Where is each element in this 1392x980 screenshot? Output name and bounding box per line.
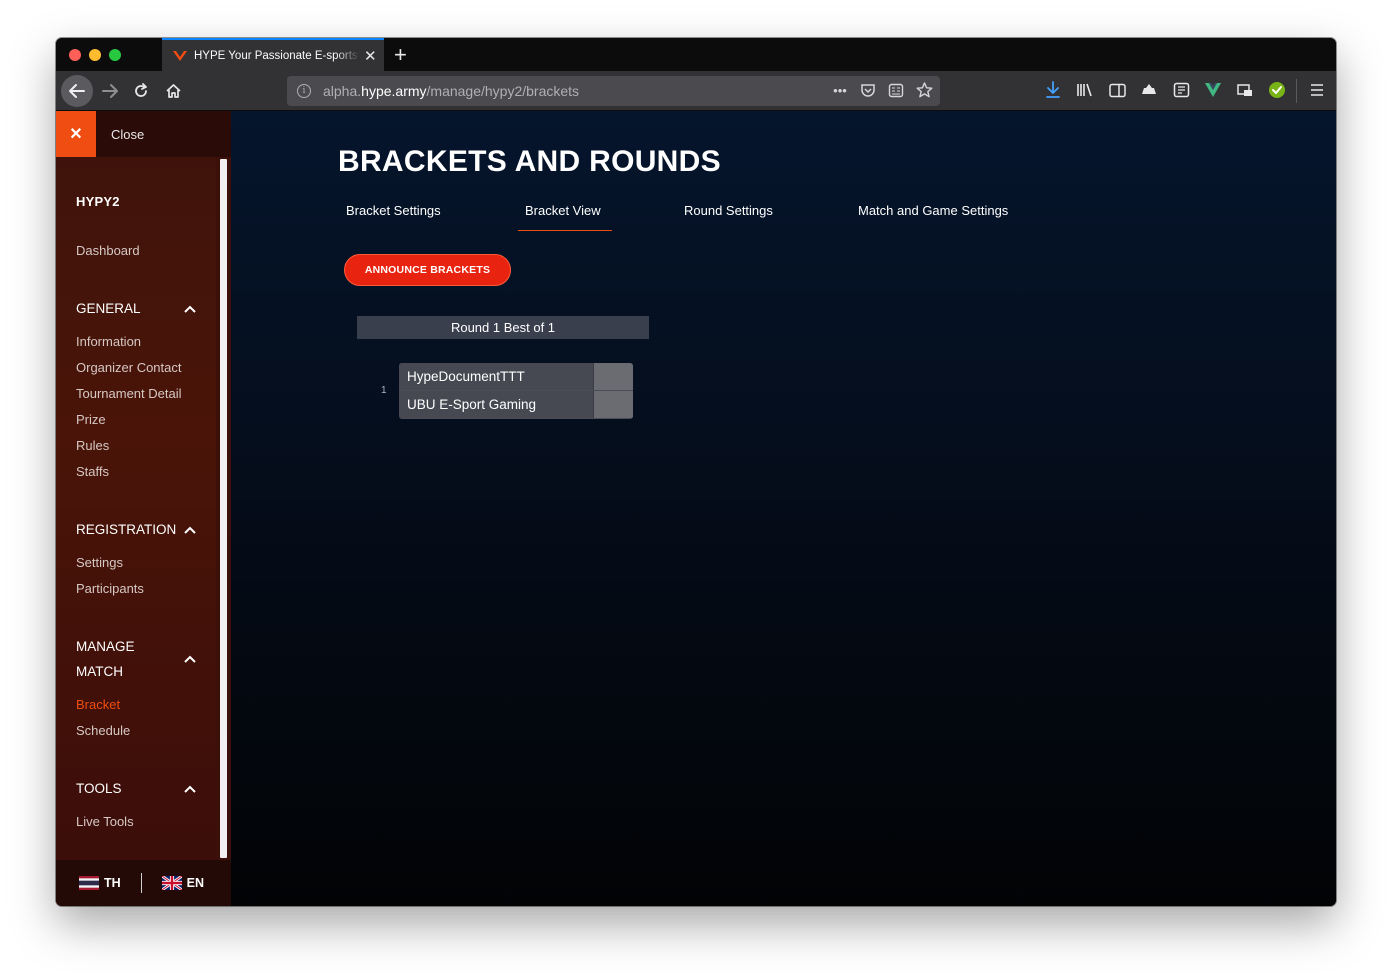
sidebar-item-rules[interactable]: Rules [76, 438, 109, 453]
chevron-up-icon[interactable] [183, 784, 197, 794]
tab-strip: HYPE Your Passionate E-sports ✕ + [56, 38, 1336, 71]
uk-flag-icon [161, 876, 182, 890]
forward-arrow-icon [102, 84, 118, 98]
mail-extension-icon[interactable] [1234, 79, 1256, 101]
sidebar-item-settings[interactable]: Settings [76, 555, 123, 570]
sidebar-nav: HYPY2 Dashboard GENERAL Information Orga… [56, 157, 231, 860]
hype-logo-icon [173, 50, 187, 61]
vue-devtools-icon[interactable] [1202, 79, 1224, 101]
nav-toolbar: i alpha.hype.army/manage/hypy2/brackets … [56, 71, 1336, 111]
browser-tab-active[interactable]: HYPE Your Passionate E-sports ✕ [162, 38, 384, 71]
sidebar-item-staffs[interactable]: Staffs [76, 464, 109, 479]
tab-bracket-settings[interactable]: Bracket Settings [346, 203, 441, 218]
chevron-up-icon[interactable] [183, 304, 197, 314]
sidebar-item-dashboard[interactable]: Dashboard [76, 243, 140, 258]
sidebar-item-tournament-detail[interactable]: Tournament Detail [76, 386, 182, 401]
close-window-button[interactable] [69, 49, 81, 61]
active-tab-indicator [518, 230, 612, 231]
sidebar-item-information[interactable]: Information [76, 334, 141, 349]
language-en[interactable]: EN [161, 876, 204, 890]
sidebar-item-live-tools[interactable]: Live Tools [76, 814, 134, 829]
language-switcher: TH EN [56, 860, 231, 906]
round-header: Round 1 Best of 1 [357, 316, 649, 339]
team-score [593, 363, 633, 390]
page-content: ✕ Close HYPY2 Dashboard GENERAL Informat… [56, 111, 1336, 906]
section-general-title[interactable]: GENERAL [76, 296, 166, 321]
toolbar-separator [1296, 79, 1297, 103]
tab-title: HYPE Your Passionate E-sports [194, 49, 358, 62]
browser-window: HYPE Your Passionate E-sports ✕ + i alph… [56, 38, 1336, 906]
thailand-flag-icon [79, 876, 99, 890]
sidebar: ✕ Close HYPY2 Dashboard GENERAL Informat… [56, 111, 231, 906]
sidebar-item-organizer-contact[interactable]: Organizer Contact [76, 360, 182, 375]
team-name: HypeDocumentTTT [399, 363, 593, 390]
tab-round-settings[interactable]: Round Settings [684, 203, 773, 218]
team-name: UBU E-Sport Gaming [399, 391, 593, 418]
toolbar-extensions [1042, 79, 1288, 101]
tab-bracket-view[interactable]: Bracket View [525, 203, 601, 218]
close-label[interactable]: Close [111, 127, 144, 142]
reader-view-icon[interactable] [886, 80, 906, 100]
sidebar-scrollbar[interactable] [216, 157, 231, 860]
match-team-row[interactable]: HypeDocumentTTT [399, 363, 633, 390]
privacy-extension-icon[interactable] [1138, 79, 1160, 101]
hamburger-menu-icon[interactable] [1306, 79, 1328, 101]
library-icon[interactable] [1074, 79, 1096, 101]
close-icon[interactable]: ✕ [56, 111, 96, 157]
page-actions-icon[interactable]: ••• [830, 80, 850, 100]
home-icon [165, 84, 181, 98]
sidebar-item-bracket[interactable]: Bracket [76, 697, 120, 712]
match-card[interactable]: HypeDocumentTTT UBU E-Sport Gaming [399, 363, 633, 419]
back-button[interactable] [61, 75, 93, 107]
maximize-window-button[interactable] [109, 49, 121, 61]
url-text[interactable]: alpha.hype.army/manage/hypy2/brackets [323, 83, 579, 99]
sidebar-scrollbar-thumb[interactable] [220, 159, 227, 858]
address-bar[interactable]: i alpha.hype.army/manage/hypy2/brackets … [287, 76, 940, 106]
screenshot-extension-icon[interactable] [1170, 79, 1192, 101]
pocket-icon[interactable] [858, 80, 878, 100]
minimize-window-button[interactable] [89, 49, 101, 61]
new-tab-button[interactable]: + [394, 42, 407, 68]
language-divider [140, 873, 142, 893]
bookmark-star-icon[interactable] [914, 80, 934, 100]
reload-icon [135, 83, 147, 97]
tab-match-game-settings[interactable]: Match and Game Settings [858, 203, 1008, 218]
site-info-icon[interactable]: i [297, 84, 311, 98]
forward-button[interactable] [96, 77, 124, 105]
announce-brackets-button[interactable]: ANNOUNCE BRACKETS [344, 254, 511, 286]
sidebar-item-participants[interactable]: Participants [76, 581, 144, 596]
home-button[interactable] [159, 77, 187, 105]
match-team-row[interactable]: UBU E-Sport Gaming [399, 391, 633, 418]
sidebar-close-bar[interactable]: ✕ Close [56, 111, 231, 157]
back-arrow-icon [69, 84, 85, 98]
sidebar-toggle-icon[interactable] [1106, 79, 1128, 101]
download-icon[interactable] [1042, 79, 1064, 101]
url-actions: ••• [830, 80, 934, 100]
section-tools-title[interactable]: TOOLS [76, 776, 166, 801]
checkmark-extension-icon[interactable] [1266, 79, 1288, 101]
language-th[interactable]: TH [79, 876, 121, 890]
reload-button[interactable] [127, 77, 155, 105]
tournament-name[interactable]: HYPY2 [76, 194, 120, 209]
sidebar-item-schedule[interactable]: Schedule [76, 723, 130, 738]
chevron-up-icon[interactable] [183, 654, 197, 664]
page-title: BRACKETS AND ROUNDS [338, 145, 721, 178]
section-manage-match-title[interactable]: MANAGE MATCH [76, 634, 166, 684]
match-number: 1 [381, 385, 387, 396]
chevron-up-icon[interactable] [183, 525, 197, 535]
team-score [593, 391, 633, 418]
section-registration-title[interactable]: REGISTRATION [76, 517, 176, 542]
sidebar-item-prize[interactable]: Prize [76, 412, 106, 427]
tab-close-icon[interactable]: ✕ [364, 47, 377, 65]
